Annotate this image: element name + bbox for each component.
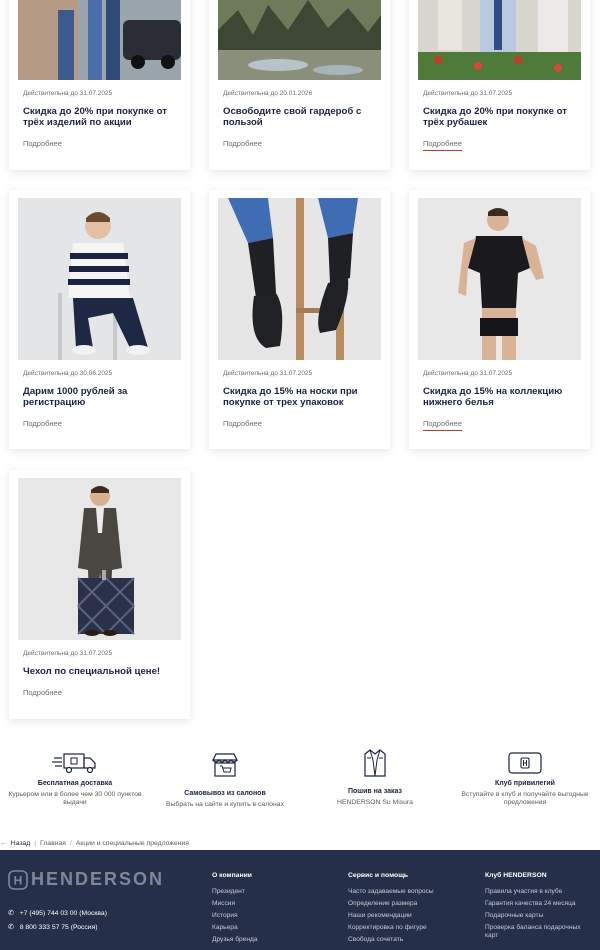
phone-number[interactable]: 8 800 333 57 75 (Россия): [20, 924, 98, 931]
promo-title[interactable]: Скидка до 15% на носки при покупке от тр…: [223, 386, 381, 408]
promo-valid-until: Действительна до 31.07.2025: [223, 370, 313, 377]
phone-icon: ✆: [8, 924, 14, 931]
footer-link[interactable]: Корректировка по фигуре: [348, 924, 434, 932]
brand-logo[interactable]: H HENDERSON: [8, 869, 164, 890]
promo-valid-until: Действительна до 31.07.2025: [423, 370, 513, 377]
promo-card[interactable]: Действительна до 31.07.2025 Чехол по спе…: [9, 470, 190, 719]
promo-image[interactable]: [218, 198, 381, 360]
benefit-pickup[interactable]: Самовывоз из салонов Выбрать на сайте и …: [155, 752, 295, 809]
footer-link[interactable]: Президент: [212, 888, 257, 896]
breadcrumb-separator: /: [69, 839, 72, 847]
back-link[interactable]: Назад: [11, 840, 30, 847]
footer-col-service: Сервис и помощь Часто задаваемые вопросы…: [348, 872, 434, 948]
promo-more-link[interactable]: Подробнее: [23, 139, 62, 148]
promo-card[interactable]: Действительна до 20.01.2026 Освободите с…: [209, 0, 390, 170]
footer-col-title: Клуб HENDERSON: [485, 872, 547, 879]
benefit-desc: HENDERSON Su Misura: [337, 799, 413, 806]
footer-col-club: Клуб HENDERSON Правила участия в клубе Г…: [485, 872, 595, 944]
promo-image[interactable]: [18, 478, 181, 640]
benefit-title: Пошив на заказ: [347, 788, 402, 795]
footer-link[interactable]: Свобода сочетать: [348, 936, 434, 944]
benefit-desc: Выбрать на сайте и купить в салонах: [166, 801, 284, 808]
promo-valid-until: Действительна до 31.07.2025: [23, 90, 113, 97]
benefit-club[interactable]: Клуб привилегий Вступайте в клуб и получ…: [455, 752, 595, 807]
promo-card[interactable]: Действительна до 30.06.2025 Дарим 1000 р…: [9, 190, 190, 449]
phone-moscow[interactable]: ✆ +7 (495) 744 03 00 (Москва): [8, 909, 107, 918]
promo-title[interactable]: Скидка до 15% на коллекцию нижнего белья: [423, 386, 581, 408]
footer: H HENDERSON ✆ +7 (495) 744 03 00 (Москва…: [0, 850, 600, 950]
phone-russia[interactable]: ✆ 8 800 333 57 75 (Россия): [8, 923, 98, 932]
benefit-title: Бесплатная доставка: [37, 780, 113, 787]
breadcrumb-current: Акции и специальные предложения: [75, 839, 189, 847]
promo-valid-until: Действительна до 30.06.2025: [23, 370, 113, 377]
promo-more-link[interactable]: Подробнее: [223, 139, 262, 148]
benefit-desc: Курьером или в более чем 30 000 пунктов …: [8, 791, 142, 806]
phone-number[interactable]: +7 (495) 744 03 00 (Москва): [20, 910, 107, 917]
footer-link[interactable]: Друзья бренда: [212, 936, 257, 944]
promo-card[interactable]: Действительна до 31.07.2025 Скидка до 20…: [409, 0, 590, 170]
club-card-icon: [508, 752, 542, 774]
footer-link[interactable]: Гарантия качества 24 месяца: [485, 900, 595, 908]
promo-image[interactable]: [218, 0, 381, 80]
promo-card[interactable]: Действительна до 31.07.2025 Скидка до 15…: [209, 190, 390, 449]
promo-title[interactable]: Освободите свой гардероб с пользой: [223, 106, 381, 128]
promo-valid-until: Действительна до 31.07.2025: [23, 650, 113, 657]
promo-image[interactable]: [18, 198, 181, 360]
benefit-title: Клуб привилегий: [495, 780, 555, 787]
footer-link[interactable]: Карьера: [212, 924, 257, 932]
breadcrumb: ← Назад | Главная / Акции и специальные …: [0, 838, 189, 848]
store-cart-icon: [212, 753, 238, 777]
benefit-free-delivery[interactable]: Бесплатная доставка Курьером или в более…: [5, 752, 145, 807]
footer-col-title: Сервис и помощь: [348, 872, 409, 879]
promo-image[interactable]: [18, 0, 181, 80]
promo-more-link[interactable]: Подробнее: [23, 688, 62, 697]
footer-col-company: О компании Президент Миссия История Карь…: [212, 872, 257, 948]
promo-more-link[interactable]: Подробнее: [223, 419, 262, 428]
brand-mark: H: [14, 873, 23, 887]
promo-card[interactable]: Действительна до 31.07.2025 Скидка до 15…: [409, 190, 590, 449]
suit-jacket-icon: [364, 749, 386, 777]
promo-image[interactable]: [418, 198, 581, 360]
footer-link[interactable]: Правила участия в клубе: [485, 888, 595, 896]
promo-card[interactable]: Действительна до 31.07.2025 Скидка до 20…: [9, 0, 190, 170]
breadcrumb-home[interactable]: Главная: [40, 840, 66, 847]
henderson-emblem-icon: H: [8, 869, 28, 890]
footer-link[interactable]: Часто задаваемые вопросы: [348, 888, 434, 896]
footer-link[interactable]: Подарочные карты: [485, 912, 595, 920]
footer-link[interactable]: Миссия: [212, 900, 257, 908]
footer-link[interactable]: Наши рекомендации: [348, 912, 434, 920]
benefit-desc: Вступайте в клуб и получайте выгодные пр…: [461, 791, 589, 806]
footer-link[interactable]: Проверка баланса подарочных карт: [485, 924, 595, 940]
promo-valid-until: Действительна до 20.01.2026: [223, 90, 313, 97]
promo-title[interactable]: Скидка до 20% при покупке от трёх рубаше…: [423, 106, 581, 128]
promo-image[interactable]: [418, 0, 581, 80]
footer-col-title: О компании: [212, 872, 252, 879]
promo-title[interactable]: Скидка до 20% при покупке от трёх издели…: [23, 106, 181, 128]
brand-name: HENDERSON: [31, 869, 165, 889]
promo-more-link[interactable]: Подробнее: [23, 419, 62, 428]
promo-more-link[interactable]: Подробнее: [423, 419, 462, 431]
promo-valid-until: Действительна до 31.07.2025: [423, 90, 513, 97]
promo-more-link[interactable]: Подробнее: [423, 139, 462, 151]
promo-title[interactable]: Дарим 1000 рублей за регистрацию: [23, 386, 181, 408]
phone-icon: ✆: [8, 910, 14, 917]
footer-link[interactable]: История: [212, 912, 257, 920]
benefit-title: Самовывоз из салонов: [184, 790, 266, 797]
breadcrumb-divider: |: [34, 839, 37, 847]
benefit-tailoring[interactable]: Пошив на заказ HENDERSON Su Misura: [305, 748, 445, 807]
footer-link[interactable]: Определение размера: [348, 900, 434, 908]
back-arrow-icon[interactable]: ←: [0, 840, 7, 847]
delivery-truck-icon: [52, 753, 96, 774]
promo-title[interactable]: Чехол по специальной цене!: [23, 666, 181, 677]
